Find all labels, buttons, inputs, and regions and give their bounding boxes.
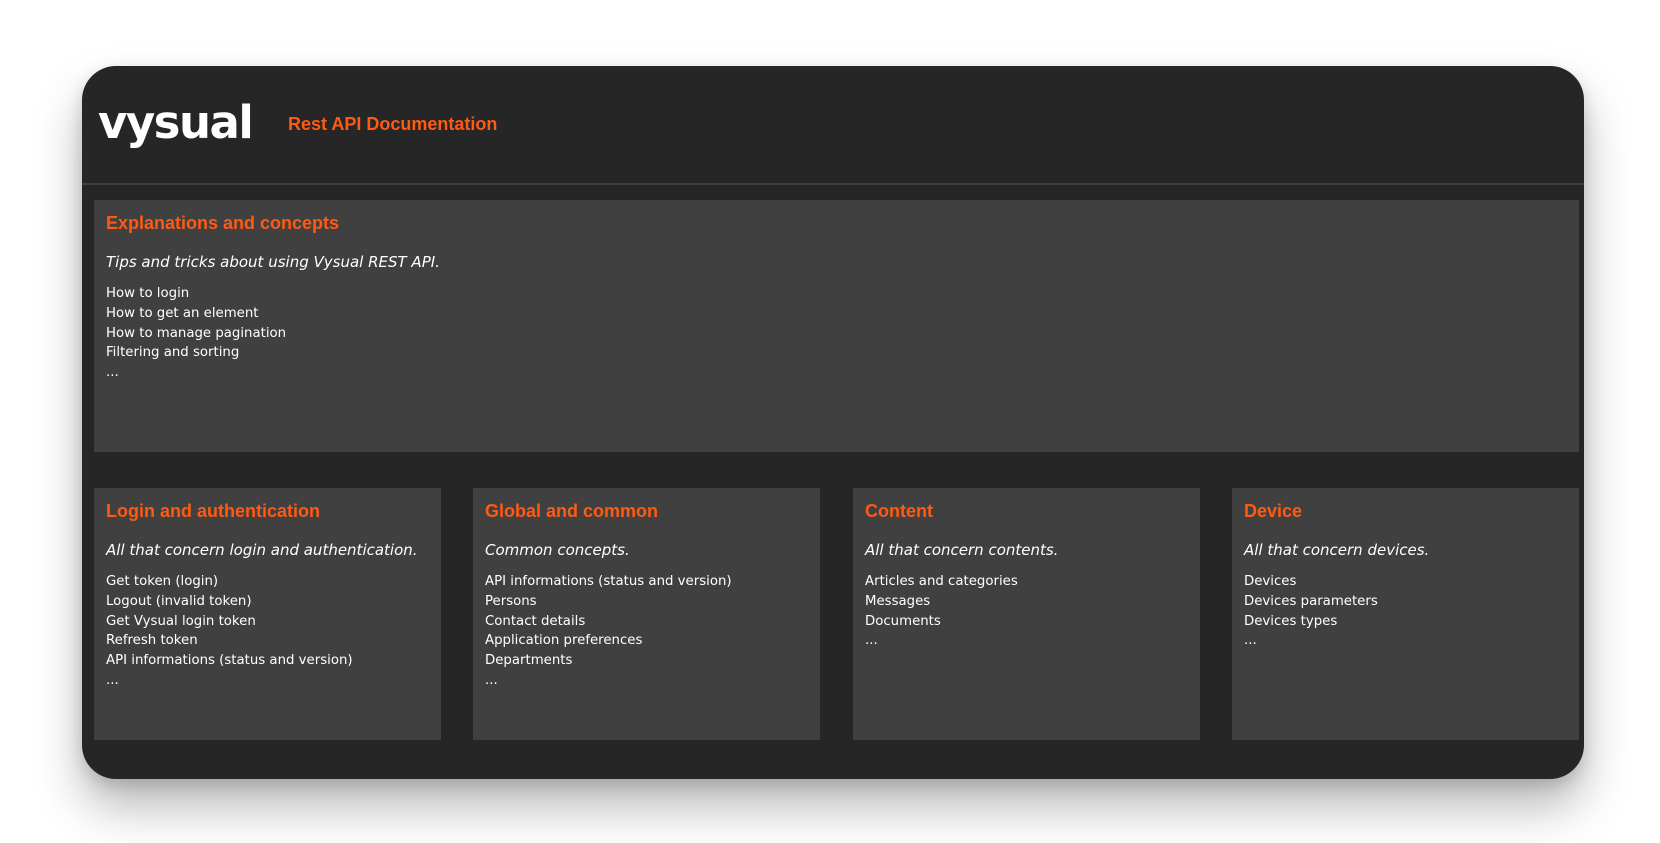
section-link[interactable]: Messages <box>865 592 1188 612</box>
section-link[interactable]: Devices <box>1244 572 1567 592</box>
section-link[interactable]: Logout (invalid token) <box>106 592 429 612</box>
section-title[interactable]: Device <box>1244 500 1567 522</box>
section-card-explanations: Explanations and concepts Tips and trick… <box>94 200 1579 452</box>
section-link[interactable]: API informations (status and version) <box>485 572 808 592</box>
section-link[interactable]: Refresh token <box>106 631 429 651</box>
section-link-list: Articles and categories Messages Documen… <box>865 572 1188 651</box>
section-link[interactable]: Devices types <box>1244 612 1567 632</box>
vysual-logo[interactable]: vysual <box>98 92 254 154</box>
section-link[interactable]: How to get an element <box>106 304 1567 324</box>
section-link[interactable]: Articles and categories <box>865 572 1188 592</box>
section-card-device: Device All that concern devices. Devices… <box>1232 488 1579 740</box>
section-link[interactable]: Contact details <box>485 612 808 632</box>
section-link-list: Get token (login) Logout (invalid token)… <box>106 572 429 691</box>
page-title: Rest API Documentation <box>288 114 498 134</box>
section-link[interactable]: Get token (login) <box>106 572 429 592</box>
section-link-list: How to login How to get an element How t… <box>106 284 1567 383</box>
section-card-login: Login and authentication All that concer… <box>94 488 441 740</box>
section-link[interactable]: Filtering and sorting <box>106 343 1567 363</box>
section-link-more[interactable]: ... <box>865 631 1188 651</box>
section-description: All that concern devices. <box>1244 541 1430 559</box>
section-link-more[interactable]: ... <box>1244 631 1567 651</box>
section-description: Tips and tricks about using Vysual REST … <box>106 253 440 271</box>
section-title[interactable]: Content <box>865 500 1188 522</box>
section-link-list: Devices Devices parameters Devices types… <box>1244 572 1567 651</box>
section-card-global: Global and common Common concepts. API i… <box>473 488 820 740</box>
section-link[interactable]: Get Vysual login token <box>106 612 429 632</box>
section-link[interactable]: Departments <box>485 651 808 671</box>
section-link[interactable]: API informations (status and version) <box>106 651 429 671</box>
section-link[interactable]: How to manage pagination <box>106 324 1567 344</box>
app-window: vysual Rest API Documentation Explanatio… <box>82 66 1584 779</box>
section-link[interactable]: Persons <box>485 592 808 612</box>
section-link-more[interactable]: ... <box>106 671 429 691</box>
section-title[interactable]: Login and authentication <box>106 500 429 522</box>
section-link-more[interactable]: ... <box>106 363 1567 383</box>
section-description: Common concepts. <box>485 541 630 559</box>
section-link-more[interactable]: ... <box>485 671 808 691</box>
section-link[interactable]: Application preferences <box>485 631 808 651</box>
section-card-content: Content All that concern contents. Artic… <box>853 488 1200 740</box>
section-link[interactable]: How to login <box>106 284 1567 304</box>
section-link[interactable]: Documents <box>865 612 1188 632</box>
page-header: vysual Rest API Documentation <box>82 66 1584 185</box>
section-link[interactable]: Devices parameters <box>1244 592 1567 612</box>
section-title[interactable]: Global and common <box>485 500 808 522</box>
section-description: All that concern login and authenticatio… <box>106 541 418 559</box>
section-link-list: API informations (status and version) Pe… <box>485 572 808 691</box>
section-title[interactable]: Explanations and concepts <box>106 212 1567 234</box>
section-description: All that concern contents. <box>865 541 1059 559</box>
